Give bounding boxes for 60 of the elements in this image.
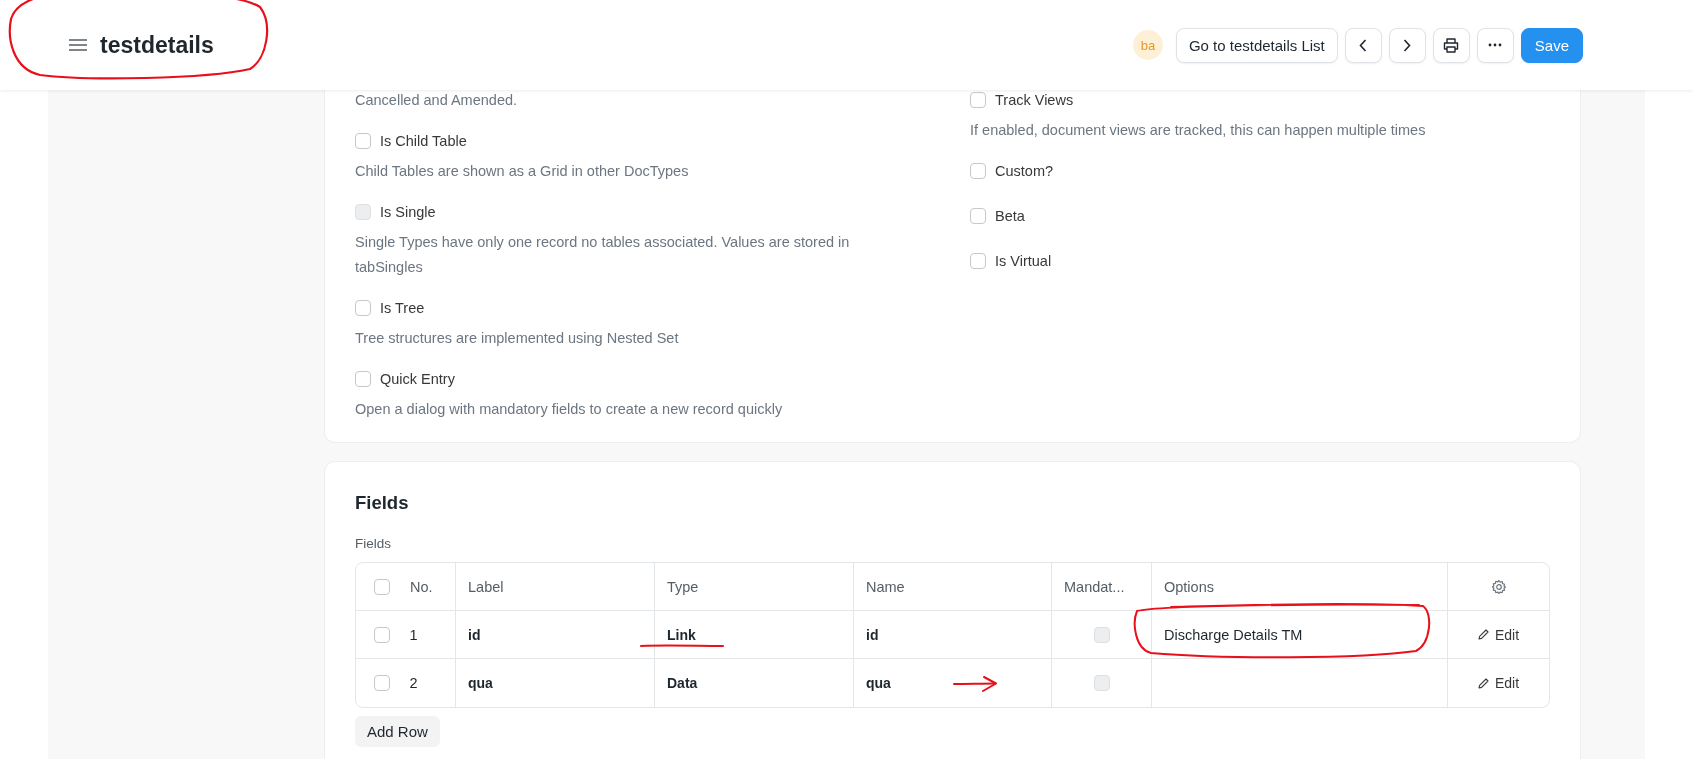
table-cell: id [468,626,481,643]
mandatory-checkbox[interactable] [1093,675,1110,691]
table-cell: Data [667,675,698,691]
row-checkbox[interactable] [374,675,390,691]
add-row-button[interactable]: Add Row [355,716,440,747]
menu-icon[interactable] [68,37,88,53]
edit-button[interactable]: Edit [1473,673,1524,693]
pencil-icon [1477,677,1489,689]
section-title: Fields [355,492,410,514]
table-cell: id [866,626,879,643]
more-button[interactable] [1476,27,1514,63]
mandatory-checkbox[interactable] [1093,626,1110,643]
column-header: Mandat... [1064,578,1125,595]
table-cell: qua [866,675,891,691]
edit-button[interactable]: Edit [1473,624,1524,645]
checkbox[interactable] [355,300,371,316]
field-description: Single Types have only one record no tables associated. Values are stored in tabSingles [355,233,851,277]
column-header: Label [468,578,504,595]
row-checkbox[interactable] [374,626,390,643]
column-header: Name [866,578,905,595]
printer-icon [1443,37,1460,53]
checkbox-label: Is Single [380,204,436,220]
checkbox[interactable] [355,371,371,387]
previous-button[interactable] [1344,27,1382,63]
table-cell: qua [468,675,493,691]
column-header: No. [410,578,433,595]
row-number: 1 [409,626,418,643]
checkbox[interactable] [970,208,986,224]
more-icon [1488,43,1503,47]
chevron-right-icon [1403,38,1412,52]
checkbox-label: Track Views [995,92,1074,108]
settings-icon[interactable] [1490,578,1507,595]
column-header: Type [667,578,699,595]
checkbox-label: Quick Entry [380,371,455,387]
pencil-icon [1477,629,1489,640]
row-number: 2 [409,675,418,691]
checkbox-label: Is Tree [380,300,425,316]
table-cell: Link [667,626,696,643]
checkbox[interactable] [970,92,986,108]
field-description: Child Tables are shown as a Grid in other DocTypes [355,162,690,181]
column-header: Options [1164,578,1214,595]
next-button[interactable] [1388,27,1426,63]
table-cell: Discharge Details TM [1164,626,1303,643]
field-description: Tree structures are implemented using Nested Set [355,329,680,348]
checkbox-label: Is Virtual [995,253,1052,269]
checkbox[interactable] [970,253,986,269]
checkbox-label: Custom? [995,163,1054,179]
field-description: If enabled, document views are tracked, this can happen multiple times [970,121,1427,140]
table-label: Fields [355,535,392,553]
field-description: Cancelled and Amended. [355,91,519,110]
page-title: testdetails [100,31,214,59]
checkbox-label: Is Child Table [380,133,467,149]
checkbox[interactable] [970,163,986,179]
print-button[interactable] [1432,27,1470,63]
select-all-checkbox[interactable] [374,578,390,595]
go-to-list-button[interactable]: Go to testdetails List [1175,27,1338,63]
checkbox[interactable] [355,133,371,149]
checkbox-label: Beta [995,208,1025,224]
chevron-left-icon [1359,38,1368,52]
field-description: Open a dialog with mandatory fields to create a new record quickly [355,400,784,419]
